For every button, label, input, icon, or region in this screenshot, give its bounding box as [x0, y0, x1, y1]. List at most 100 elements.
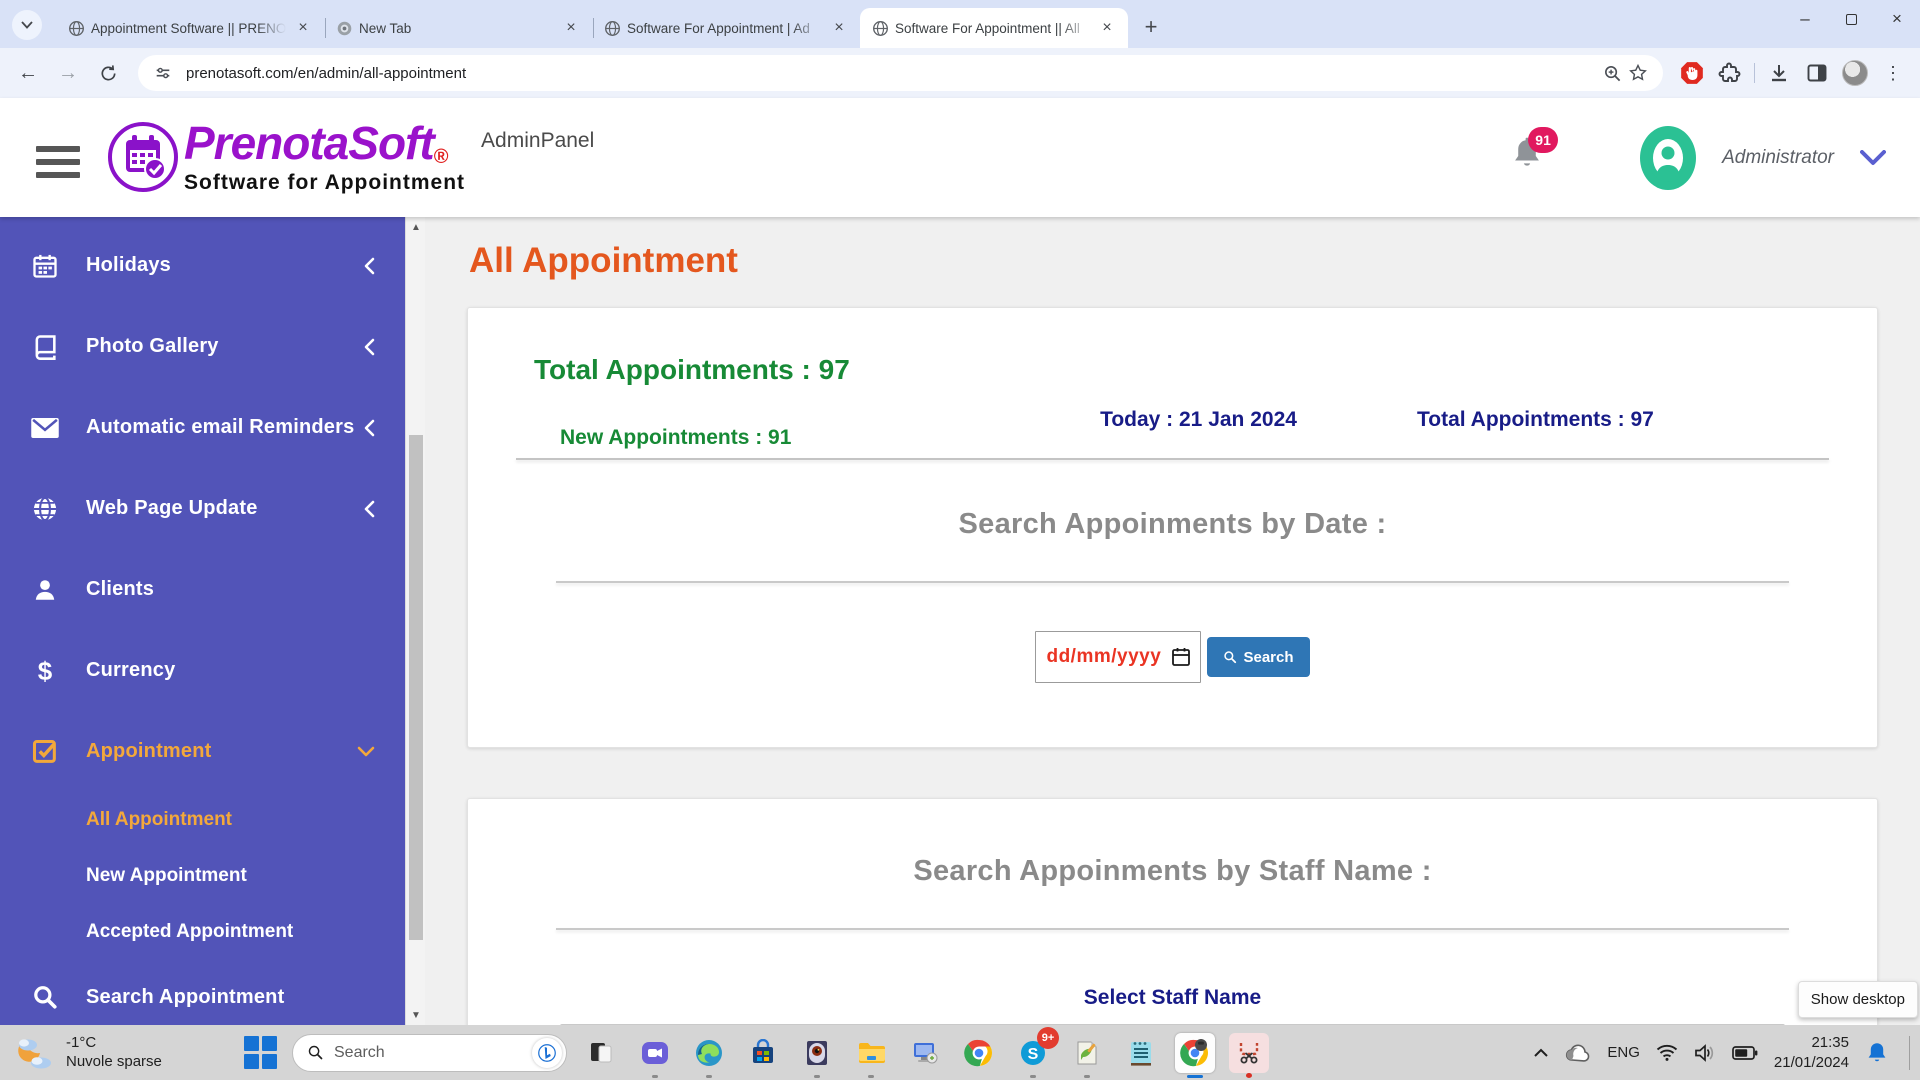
sidebar-item-label: Search Appointment [86, 986, 375, 1009]
bing-icon[interactable] [532, 1038, 562, 1068]
taskbar-app-edge[interactable] [689, 1033, 729, 1073]
scroll-down-arrow[interactable]: ▼ [406, 1005, 426, 1025]
notifications-button[interactable]: 91 [1510, 135, 1550, 181]
show-desktop-tooltip: Show desktop [1798, 981, 1918, 1018]
sidebar-item-search-appointment[interactable]: Search Appointment [0, 960, 405, 1025]
taskbar-search-box[interactable]: Search [292, 1034, 567, 1072]
tab-title: Appointment Software || PRENO [91, 21, 286, 36]
header-right-group: 91 Administrator [1510, 98, 1892, 217]
close-icon[interactable]: × [1096, 17, 1118, 39]
taskbar-app-photo-viewer[interactable] [797, 1033, 837, 1073]
address-bar[interactable]: prenotasoft.com/en/admin/all-appointment [138, 55, 1663, 91]
wifi-icon[interactable] [1656, 1044, 1678, 1061]
taskbar-app-store[interactable] [743, 1033, 783, 1073]
tab-4-active[interactable]: Software For Appointment || All × [860, 8, 1128, 48]
language-indicator[interactable]: ENG [1607, 1044, 1640, 1061]
tab-title: Software For Appointment || All [895, 21, 1090, 36]
taskbar-app-skype[interactable]: S 9+ [1013, 1033, 1053, 1073]
tab-2[interactable]: New Tab × [324, 8, 592, 48]
browser-profile-avatar[interactable] [1839, 57, 1871, 89]
taskbar-clock[interactable]: 21:35 21/01/2024 [1774, 1033, 1849, 1072]
total-appointments-value: Total Appointments : 97 [1417, 408, 1877, 432]
zoom-in-icon[interactable] [1599, 60, 1625, 86]
chevron-down-icon [357, 746, 375, 757]
weather-moon-clouds-icon [14, 1035, 56, 1071]
sidebar-toggle-button[interactable] [36, 146, 80, 178]
tab-search-button[interactable] [12, 10, 42, 40]
back-button[interactable]: ← [11, 56, 45, 90]
sidebar-subitem-label: New Appointment [86, 865, 247, 887]
toolbar-separator [1754, 63, 1755, 83]
select-staff-label: Select Staff Name [468, 986, 1877, 1010]
recording-indicator [1246, 1073, 1252, 1078]
onedrive-cloud-icon[interactable] [1565, 1044, 1591, 1062]
taskbar-app-task-view[interactable] [581, 1033, 621, 1073]
minimize-button[interactable]: – [1782, 0, 1828, 38]
site-logo[interactable]: PrenotaSoft ® Software for Appointment [106, 120, 465, 195]
tab-strip: Appointment Software || PRENO × New Tab … [0, 0, 1920, 48]
browser-menu-icon[interactable]: ⋮ [1877, 57, 1909, 89]
site-header: PrenotaSoft ® Software for Appointment A… [0, 98, 1920, 217]
show-desktop-strip[interactable] [1909, 1036, 1910, 1070]
scrollbar-thumb[interactable] [409, 435, 423, 940]
reload-button[interactable] [91, 56, 125, 90]
user-avatar[interactable] [1640, 126, 1696, 190]
sidebar-subitem-new-appointment[interactable]: New Appointment [0, 848, 405, 904]
url-text[interactable]: prenotasoft.com/en/admin/all-appointment [186, 65, 1599, 82]
taskbar-app-chrome-active[interactable] [1175, 1033, 1215, 1073]
taskbar: -1°C Nuvole sparse Search [0, 1025, 1920, 1080]
site-settings-icon[interactable] [150, 60, 176, 86]
taskbar-app-file-explorer[interactable] [851, 1033, 891, 1073]
forward-button[interactable]: → [51, 56, 85, 90]
battery-icon[interactable] [1732, 1046, 1758, 1060]
extensions-puzzle-icon[interactable] [1714, 57, 1746, 89]
close-window-button[interactable]: × [1874, 0, 1920, 38]
taskbar-app-remote-desktop[interactable] [905, 1033, 945, 1073]
running-indicator [814, 1075, 820, 1078]
search-button[interactable]: Search [1207, 637, 1309, 677]
newtab-favicon-icon [336, 20, 353, 37]
new-tab-button[interactable]: + [1136, 12, 1166, 42]
divider [556, 928, 1789, 930]
downloads-icon[interactable] [1763, 57, 1795, 89]
date-input[interactable]: dd/mm/yyyy [1035, 631, 1201, 683]
speaker-icon[interactable] [1694, 1044, 1716, 1062]
taskbar-app-notes[interactable] [1121, 1033, 1161, 1073]
chevron-down-icon[interactable] [1860, 150, 1886, 166]
sidebar-item-email-reminders[interactable]: Automatic email Reminders [0, 387, 405, 468]
sidebar-subitem-all-appointment[interactable]: All Appointment [0, 792, 405, 848]
taskbar-app-chrome[interactable] [959, 1033, 999, 1073]
close-icon[interactable]: × [828, 17, 850, 39]
sidebar-item-web-page-update[interactable]: Web Page Update [0, 468, 405, 549]
person-icon [1646, 132, 1690, 184]
sidebar-subitem-accepted-appointment[interactable]: Accepted Appointment [0, 904, 405, 960]
today-date-value: Today : 21 Jan 2024 [980, 408, 1417, 432]
sidebar-item-photo-gallery[interactable]: Photo Gallery [0, 306, 405, 387]
close-icon[interactable]: × [560, 17, 582, 39]
sidebar-item-currency[interactable]: $ Currency [0, 630, 405, 711]
taskbar-app-notepad-plus[interactable] [1067, 1033, 1107, 1073]
tray-expand-icon[interactable] [1533, 1048, 1549, 1058]
sidebar-item-holidays[interactable]: Holidays [0, 225, 405, 306]
start-button[interactable] [244, 1036, 278, 1070]
sidebar-item-clients[interactable]: Clients [0, 549, 405, 630]
page-scrollbar[interactable]: ▲ ▼ [405, 217, 425, 1025]
weather-temperature: -1°C [66, 1034, 162, 1053]
maximize-button[interactable] [1828, 0, 1874, 38]
tab-3[interactable]: Software For Appointment | Ad × [592, 8, 860, 48]
bookmark-star-icon[interactable] [1625, 60, 1651, 86]
side-panel-icon[interactable] [1801, 57, 1833, 89]
tab-1[interactable]: Appointment Software || PRENO × [56, 8, 324, 48]
sidebar-item-appointment[interactable]: Appointment [0, 711, 405, 792]
logo-calendar-icon [106, 120, 180, 194]
taskbar-center: Search [244, 1033, 1269, 1073]
adblock-icon[interactable] [1676, 57, 1708, 89]
notification-count-badge: 91 [1528, 127, 1558, 153]
taskbar-app-snipping-tool[interactable] [1229, 1033, 1269, 1073]
close-icon[interactable]: × [292, 17, 314, 39]
notification-bell-icon[interactable] [1865, 1040, 1889, 1066]
calendar-picker-icon[interactable] [1172, 647, 1190, 667]
taskbar-app-chat[interactable] [635, 1033, 675, 1073]
taskbar-weather-widget[interactable]: -1°C Nuvole sparse [14, 1034, 244, 1072]
scroll-up-arrow[interactable]: ▲ [406, 217, 426, 237]
